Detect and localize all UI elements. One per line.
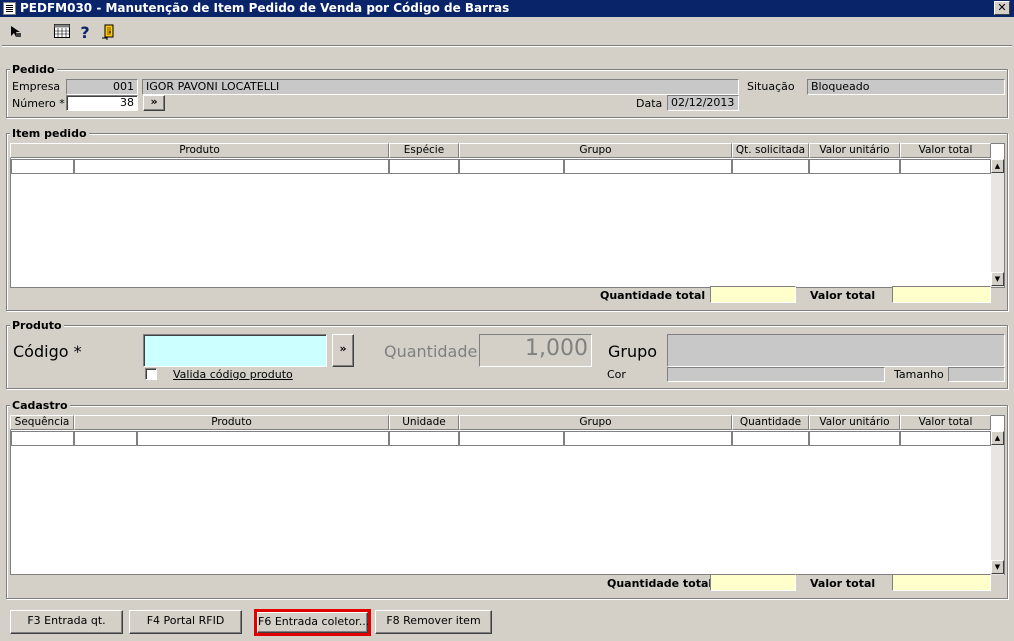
cadastro-scrollbar[interactable] bbox=[991, 431, 1004, 575]
cad-col-grupo[interactable]: Grupo bbox=[459, 415, 732, 430]
cadastro-group-label: Cadastro bbox=[10, 399, 70, 412]
cad-row-cell[interactable] bbox=[74, 431, 137, 446]
app-icon bbox=[3, 2, 16, 15]
item-row-cell[interactable] bbox=[459, 159, 564, 174]
cad-col-unidade[interactable]: Unidade bbox=[389, 415, 459, 430]
item-col-especie[interactable]: Espécie bbox=[389, 143, 459, 158]
tamanho-label: Tamanho bbox=[894, 368, 944, 381]
grupo-field bbox=[667, 334, 1005, 367]
item-row-cell[interactable] bbox=[564, 159, 732, 174]
cad-valor-total-label: Valor total bbox=[810, 577, 876, 590]
cad-row-cell[interactable] bbox=[732, 431, 809, 446]
cad-col-sequencia[interactable]: Sequência bbox=[10, 415, 74, 430]
f4-portal-rfid-button[interactable]: F4 Portal RFID bbox=[129, 610, 242, 634]
cad-col-valor-total[interactable]: Valor total bbox=[900, 415, 991, 430]
cor-field bbox=[667, 367, 885, 382]
item-quantidade-total-label: Quantidade total bbox=[600, 289, 706, 302]
cad-row-cell[interactable] bbox=[137, 431, 389, 446]
tamanho-field bbox=[948, 367, 1005, 382]
f6-entrada-coletor-button[interactable]: F6 Entrada coletor... bbox=[257, 612, 369, 633]
help-icon[interactable]: ? bbox=[76, 24, 94, 42]
scroll-up-icon[interactable]: ▲ bbox=[991, 431, 1004, 445]
window-title: PEDFM030 - Manutenção de Item Pedido de … bbox=[20, 1, 510, 15]
produto-lookup-button[interactable]: » bbox=[332, 334, 354, 367]
cad-row-cell[interactable] bbox=[459, 431, 564, 446]
item-quantidade-total-field bbox=[710, 286, 796, 303]
quantidade-label: Quantidade bbox=[384, 342, 478, 361]
item-row-cell[interactable] bbox=[11, 159, 74, 174]
cad-row-cell[interactable] bbox=[564, 431, 732, 446]
cad-row-cell[interactable] bbox=[389, 431, 459, 446]
data-label: Data bbox=[636, 97, 663, 110]
item-row-cell[interactable] bbox=[389, 159, 459, 174]
scroll-down-icon[interactable]: ▼ bbox=[991, 560, 1004, 574]
valida-codigo-checkbox[interactable] bbox=[145, 368, 157, 380]
valida-codigo-label[interactable]: Valida código produto bbox=[173, 368, 293, 381]
title-bar: PEDFM030 - Manutenção de Item Pedido de … bbox=[0, 0, 1014, 17]
item-col-produto[interactable]: Produto bbox=[10, 143, 389, 158]
item-valor-total-field bbox=[892, 286, 991, 303]
item-row-cell[interactable] bbox=[732, 159, 809, 174]
codigo-label: Código * bbox=[13, 342, 82, 361]
produto-group-label: Produto bbox=[10, 319, 64, 332]
empresa-label: Empresa bbox=[12, 80, 61, 93]
data-field: 02/12/2013 bbox=[667, 95, 739, 111]
item-pedido-scrollbar[interactable] bbox=[991, 159, 1004, 287]
cad-row-cell[interactable] bbox=[900, 431, 991, 446]
item-col-valor-unitario[interactable]: Valor unitário bbox=[809, 143, 900, 158]
calendar-grid-icon[interactable] bbox=[53, 24, 71, 42]
cad-valor-total-field bbox=[892, 574, 991, 591]
numero-field[interactable]: 38 bbox=[66, 95, 138, 111]
cor-label: Cor bbox=[607, 368, 626, 381]
cad-quantidade-total-field bbox=[710, 574, 796, 591]
quantidade-field: 1,000 bbox=[479, 334, 592, 367]
item-pedido-group-label: Item pedido bbox=[10, 127, 89, 140]
exit-door-icon[interactable] bbox=[100, 24, 118, 42]
close-button[interactable]: ✕ bbox=[994, 1, 1010, 15]
scroll-up-icon[interactable]: ▲ bbox=[991, 159, 1004, 173]
item-row-cell[interactable] bbox=[74, 159, 389, 174]
grupo-label: Grupo bbox=[608, 342, 658, 361]
cad-row-cell[interactable] bbox=[809, 431, 900, 446]
toolbar-separator bbox=[2, 45, 1012, 47]
cad-col-valor-unitario[interactable]: Valor unitário bbox=[809, 415, 900, 430]
pedido-group-label: Pedido bbox=[10, 63, 57, 76]
f8-remover-item-button[interactable]: F8 Remover item bbox=[375, 610, 492, 634]
situacao-field: Bloqueado bbox=[807, 79, 1005, 95]
cad-col-produto[interactable]: Produto bbox=[74, 415, 389, 430]
item-col-valor-total[interactable]: Valor total bbox=[900, 143, 991, 158]
cad-quantidade-total-label: Quantidade total bbox=[607, 577, 713, 590]
codigo-input[interactable] bbox=[143, 334, 327, 367]
cursor-arrow-icon[interactable] bbox=[6, 24, 24, 42]
situacao-label: Situação bbox=[747, 80, 795, 93]
cad-col-quantidade[interactable]: Quantidade bbox=[732, 415, 809, 430]
scroll-down-icon[interactable]: ▼ bbox=[991, 272, 1004, 286]
item-row-cell[interactable] bbox=[809, 159, 900, 174]
item-col-grupo[interactable]: Grupo bbox=[459, 143, 732, 158]
item-row-cell[interactable] bbox=[900, 159, 991, 174]
numero-label: Número * bbox=[12, 97, 65, 110]
item-valor-total-label: Valor total bbox=[810, 289, 876, 302]
empresa-name-field: IGOR PAVONI LOCATELLI bbox=[142, 79, 739, 95]
empresa-code-field: 001 bbox=[66, 79, 138, 95]
cad-row-cell[interactable] bbox=[11, 431, 74, 446]
pedido-lookup-button[interactable]: » bbox=[143, 95, 165, 111]
f3-entrada-qt-button[interactable]: F3 Entrada qt. bbox=[10, 610, 123, 634]
item-col-qt-solicitada[interactable]: Qt. solicitada bbox=[732, 143, 809, 158]
